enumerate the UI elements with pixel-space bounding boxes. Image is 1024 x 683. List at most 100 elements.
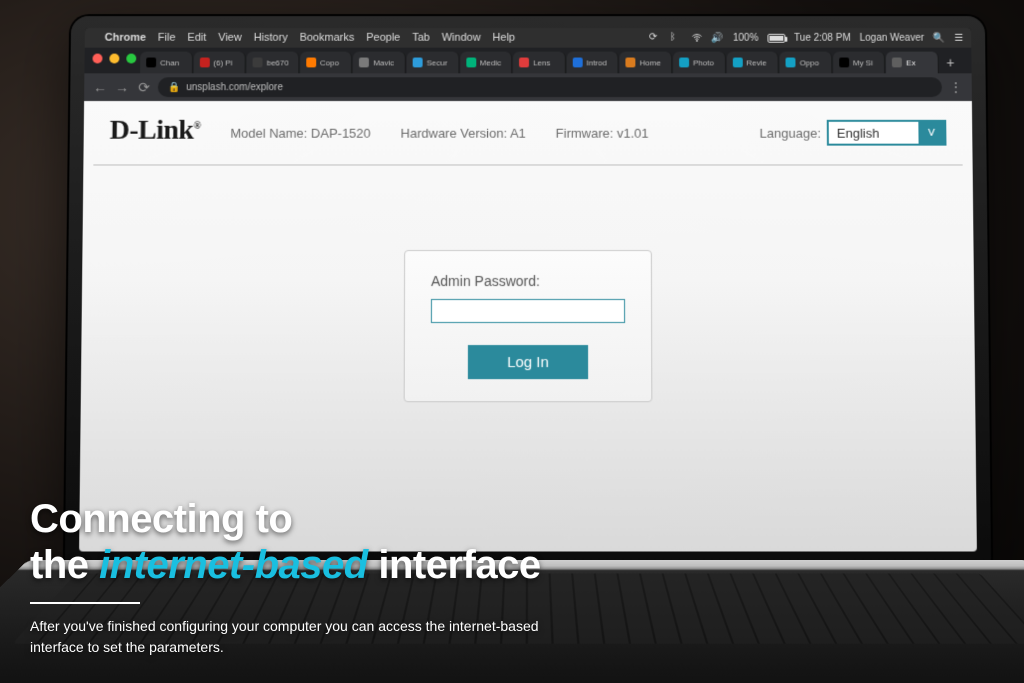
browser-tab[interactable]: My Si [833,52,885,74]
omnibox-url: unsplash.com/explore [186,82,283,93]
password-label: Admin Password: [431,273,625,289]
browser-tab[interactable]: Secur [407,52,459,74]
menu-view[interactable]: View [218,32,242,44]
tab-label: Medic [480,58,501,67]
tab-label: be670 [267,58,289,67]
tab-label: Home [640,58,661,67]
window-traffic-lights [92,54,136,64]
tab-favicon [359,58,369,68]
browser-tab[interactable]: Oppo [780,52,832,74]
window-close-button[interactable] [92,54,102,64]
chrome-tabstrip: Chan (6) Pi be670 Copo Mavic Secur Medic Lens In… [140,50,962,74]
laptop-screen: Chrome File Edit View History Bookmarks … [79,28,977,552]
menu-bookmarks[interactable]: Bookmarks [300,32,355,44]
admin-password-input[interactable] [431,299,625,323]
chevron-down-icon: ˅ [918,122,944,144]
tab-label: Revie [746,58,766,67]
tab-label: Secur [427,58,448,67]
site-lock-icon: 🔒 [168,82,180,93]
window-minimize-button[interactable] [109,54,119,64]
tab-label: Mavic [373,58,394,67]
control-center-icon[interactable]: ☰ [954,32,963,43]
browser-tab[interactable]: Mavic [353,52,405,74]
language-select[interactable]: English ˅ [827,120,947,146]
tab-label: Photo [693,58,714,67]
browser-tab[interactable]: Home [620,52,672,74]
model-name: Model Name: DAP-1520 [230,125,370,140]
nav-back-button[interactable]: ← [92,79,108,95]
hardware-version: Hardware Version: A1 [401,125,526,140]
battery-icon[interactable] [767,33,785,42]
browser-tab[interactable]: (6) Pi [193,52,245,74]
menu-help[interactable]: Help [493,32,515,44]
tab-favicon [519,58,529,68]
new-tab-button[interactable]: + [939,52,961,74]
page-viewport: D-Link® Model Name: DAP-1520 Hardware Ve… [79,101,977,551]
window-maximize-button[interactable] [126,54,136,64]
tab-favicon [786,58,796,68]
browser-tab[interactable]: Introd [567,52,619,74]
tab-favicon [732,58,742,68]
tab-favicon [572,58,582,68]
tab-label: Chan [160,58,179,67]
tab-label: My Si [853,58,873,67]
bluetooth-icon[interactable]: ᛒ [670,32,682,44]
battery-percent: 100% [733,32,758,43]
macos-menubar: Chrome File Edit View History Bookmarks … [85,28,972,48]
menubar-status-area: ⟳ ᛒ 🔊 100% Tue 2:08 PM Logan Weaver 🔍 ☰ [649,32,963,44]
tab-label: Introd [586,58,606,67]
tab-favicon [253,58,263,68]
dlink-logo: D-Link® [110,115,201,147]
sync-icon[interactable]: ⟳ [649,32,661,44]
spotlight-icon[interactable]: 🔍 [933,32,945,43]
tab-favicon [892,58,902,68]
caption-body: After you've finished configuring your c… [30,616,590,657]
login-panel: Admin Password: Log In [404,250,653,402]
tab-label: Copo [320,58,339,67]
chrome-toolbar: ← → ⟳ 🔒 unsplash.com/explore ⋮ [84,73,972,101]
chrome-window: Chan (6) Pi be670 Copo Mavic Secur Medic Lens In… [79,48,977,552]
browser-tab[interactable]: be670 [247,52,299,74]
menu-history[interactable]: History [254,32,288,44]
browser-tab[interactable]: Copo [300,52,352,74]
browser-tab[interactable]: Photo [673,52,725,74]
header-divider [93,164,962,165]
dlink-header: D-Link® Model Name: DAP-1520 Hardware Ve… [83,101,972,164]
tab-favicon [626,58,636,68]
tab-favicon [839,58,849,68]
menu-edit[interactable]: Edit [187,32,206,44]
login-button[interactable]: Log In [468,345,588,379]
browser-tab[interactable]: Chan [140,52,192,74]
tab-label: (6) Pi [213,58,232,67]
menubar-app-name[interactable]: Chrome [105,32,146,44]
chrome-omnibox[interactable]: 🔒 unsplash.com/explore [158,77,942,97]
browser-tab[interactable]: Lens [513,52,565,74]
tab-favicon [199,58,209,68]
language-select-value: English [829,122,919,144]
firmware-version: Firmware: v1.01 [556,125,649,140]
laptop-bezel: Chrome File Edit View History Bookmarks … [65,16,991,568]
extensions-icon[interactable]: ⋮ [948,79,964,95]
volume-icon[interactable]: 🔊 [712,32,724,43]
tab-favicon [306,58,316,68]
wifi-icon[interactable] [691,32,703,44]
tab-favicon [679,58,689,68]
browser-tab[interactable]: Medic [460,52,512,74]
menubar-user[interactable]: Logan Weaver [860,32,925,43]
tab-label: Oppo [800,58,820,67]
menu-window[interactable]: Window [442,32,481,44]
menu-people[interactable]: People [366,32,400,44]
tab-label: Lens [533,58,550,67]
tab-favicon [146,58,156,68]
menu-tab[interactable]: Tab [412,32,430,44]
overlay-caption: Connecting to the internet-based interfa… [30,496,984,657]
nav-forward-button[interactable]: → [114,79,130,95]
menubar-clock[interactable]: Tue 2:08 PM [794,32,851,43]
menubar-app-menus: Chrome File Edit View History Bookmarks … [105,32,515,44]
nav-reload-button[interactable]: ⟳ [136,79,152,95]
browser-tab[interactable]: Ex [886,52,939,74]
browser-tab[interactable]: Revie [726,52,778,74]
menu-file[interactable]: File [158,32,176,44]
tab-favicon [413,58,423,68]
caption-title: Connecting to the internet-based interfa… [30,496,984,588]
